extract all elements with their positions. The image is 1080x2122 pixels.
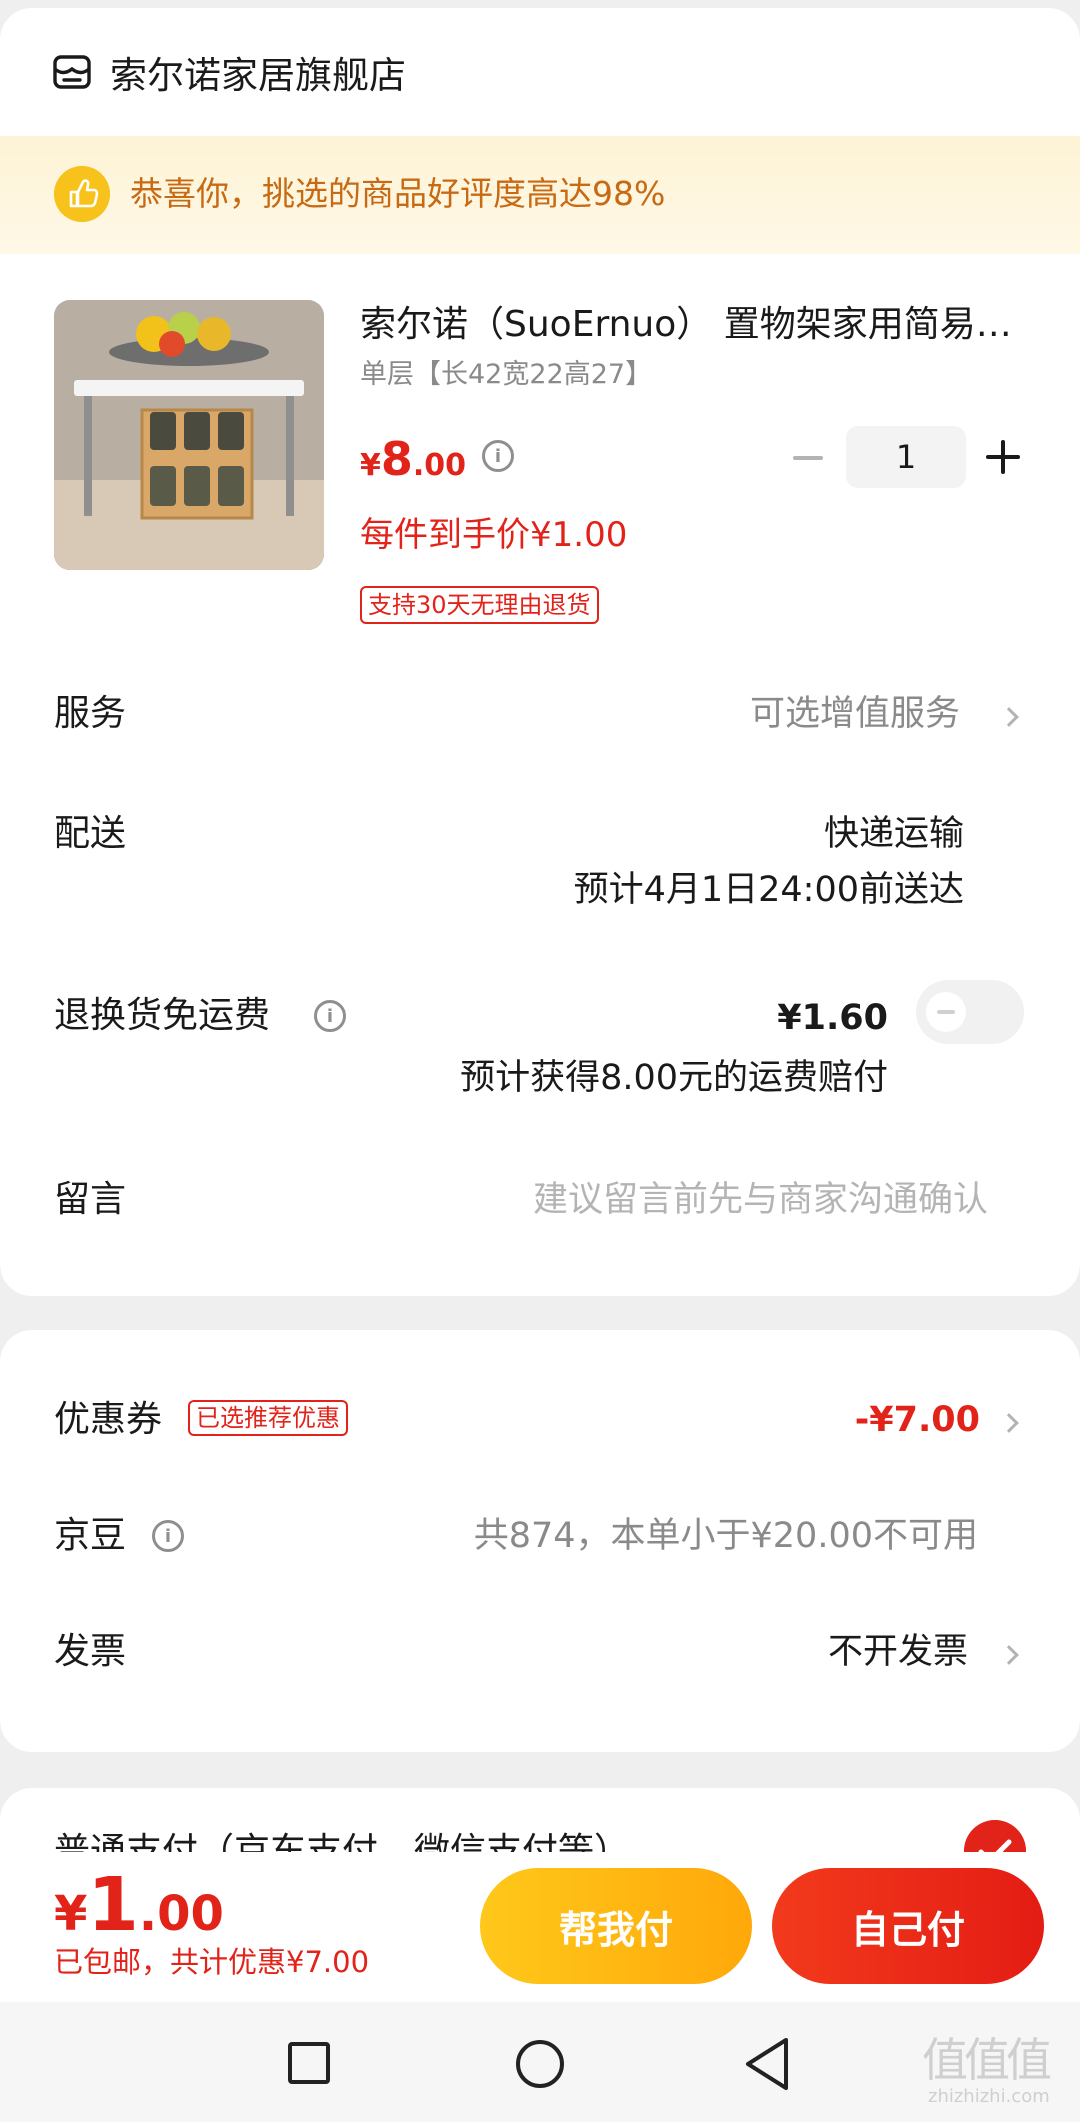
jingdou-value: 共874，本单小于¥20.00不可用 <box>473 1516 978 1556</box>
total-price: ¥1.00 <box>54 1862 224 1948</box>
invoice-label: 发票 <box>54 1631 127 1672</box>
system-nav-bar: 值值值 zhizhizhi.com <box>0 2002 1080 2122</box>
product-spec[interactable]: 单层【长42宽22高27】 <box>360 356 652 394</box>
return-shipping-price: ¥1.60 <box>777 998 888 1038</box>
watermark-logo: 值值值 <box>922 2033 1052 2087</box>
return-shipping-label: 退换货免运费 <box>54 995 271 1036</box>
watermark-domain: zhizhizhi.com <box>928 2086 1050 2107</box>
coupon-value[interactable]: -¥7.00 <box>855 1396 980 1444</box>
total-summary: 已包邮，共计优惠¥7.00 <box>54 1945 370 1979</box>
toggle-knob <box>926 992 966 1032</box>
checkout-bar: ¥1.00 已包邮，共计优惠¥7.00 帮我付 自己付 <box>0 1852 1080 2002</box>
message-input[interactable]: 建议留言前先与商家沟通确认 <box>533 1176 988 1224</box>
coupon-label: 优惠券 <box>54 1399 163 1440</box>
store-icon <box>53 55 91 89</box>
product-title[interactable]: 索尔诺（SuoErnuo） 置物架家用简易桌面小型多层收纳架 <box>360 302 1020 348</box>
product-image[interactable] <box>54 300 324 570</box>
delivery-method: 快递运输 <box>823 814 964 854</box>
jingdou-label: 京豆 <box>54 1515 127 1556</box>
return-shipping-toggle[interactable] <box>916 980 1024 1044</box>
price-info-icon[interactable]: i <box>482 440 514 472</box>
coupon-tag: 已选推荐优惠 <box>188 1400 348 1436</box>
chevron-right-icon[interactable] <box>999 1645 1019 1665</box>
discount-card: 优惠券 已选推荐优惠 -¥7.00 京豆 i 共874，本单小于¥20.00不可… <box>0 1330 1080 1752</box>
order-card: 索尔诺家居旗舰店 恭喜你，挑选的商品好评度高达98% 索尔诺（SuoErnuo）… <box>0 8 1080 1296</box>
chevron-right-icon[interactable] <box>999 707 1019 727</box>
friend-pay-button[interactable]: 帮我付 <box>480 1868 752 1984</box>
message-label: 留言 <box>54 1179 127 1220</box>
shop-header[interactable]: 索尔诺家居旗舰店 <box>0 8 1080 136</box>
self-pay-button[interactable]: 自己付 <box>772 1868 1044 1984</box>
thumbs-up-icon <box>54 166 110 222</box>
back-icon[interactable] <box>742 2036 792 2092</box>
delivery-label: 配送 <box>54 813 127 854</box>
recent-apps-icon[interactable] <box>288 2042 330 2084</box>
shop-name[interactable]: 索尔诺家居旗舰店 <box>110 52 406 100</box>
service-value[interactable]: 可选增值服务 <box>750 690 960 738</box>
rating-text: 恭喜你，挑选的商品好评度高达98% <box>130 174 666 213</box>
chevron-right-icon[interactable] <box>999 1413 1019 1433</box>
return-shipping-info-icon[interactable]: i <box>314 1000 346 1032</box>
product-price: ¥8.00 <box>360 432 467 486</box>
service-label: 服务 <box>54 693 127 734</box>
delivery-eta: 预计4月1日24:00前送达 <box>573 870 964 910</box>
invoice-value[interactable]: 不开发票 <box>828 1628 968 1676</box>
rating-banner: 恭喜你，挑选的商品好评度高达98% <box>0 136 1080 254</box>
jingdou-info-icon[interactable]: i <box>152 1520 184 1552</box>
return-shipping-note: 预计获得8.00元的运费赔付 <box>460 1058 888 1098</box>
return-policy-tag: 支持30天无理由退货 <box>360 586 599 624</box>
quantity-decrease-button[interactable] <box>788 438 828 478</box>
per-item-price: 每件到手价¥1.00 <box>360 515 628 555</box>
quantity-input[interactable]: 1 <box>846 426 966 488</box>
home-icon[interactable] <box>516 2040 564 2088</box>
quantity-increase-button[interactable] <box>986 440 1020 474</box>
